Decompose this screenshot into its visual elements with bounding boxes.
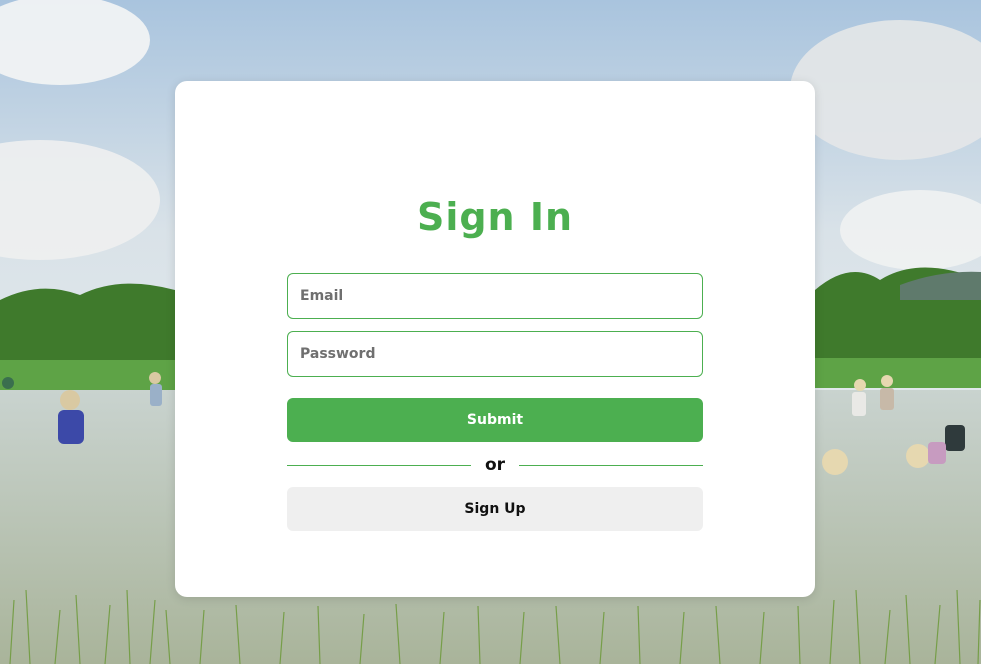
email-field[interactable]: [287, 273, 703, 319]
divider-text: or: [484, 455, 506, 475]
sign-up-button[interactable]: Sign Up: [287, 487, 703, 531]
submit-button[interactable]: Submit: [287, 398, 703, 442]
signin-card: Sign In Submit or Sign Up: [175, 81, 815, 597]
or-divider: or: [287, 453, 703, 477]
password-field[interactable]: [287, 331, 703, 377]
page-title: Sign In: [416, 195, 574, 239]
